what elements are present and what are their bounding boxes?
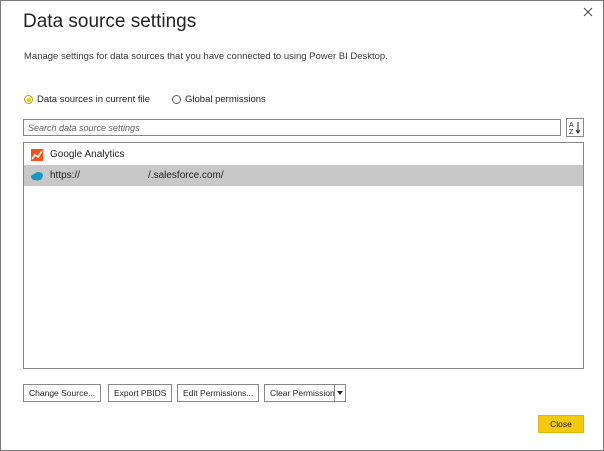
radio-unselected-icon[interactable] <box>172 95 181 104</box>
salesforce-cloud-icon <box>31 171 43 180</box>
export-pbids-button[interactable]: Export PBIDS <box>108 384 173 402</box>
clear-permissions-button[interactable]: Clear Permissions <box>264 384 345 402</box>
radio-global-permissions-label: Global permissions <box>185 94 266 105</box>
clear-permissions-dropdown[interactable] <box>334 384 346 402</box>
search-input[interactable] <box>23 119 561 136</box>
data-source-list[interactable]: Google Analytics https:// /.salesforce.c… <box>23 142 584 369</box>
change-source-button[interactable]: Change Source... <box>23 384 102 402</box>
radio-global-permissions[interactable]: Global permissions <box>172 94 266 105</box>
dialog-title: Data source settings <box>23 11 197 32</box>
close-button[interactable]: Close <box>538 415 584 433</box>
data-source-settings-dialog: Data source settings Manage settings for… <box>0 0 604 451</box>
url-prefix: https:// <box>50 170 81 181</box>
sort-button[interactable]: A Z <box>566 118 584 137</box>
scope-radio-group: Data sources in current file Global perm… <box>24 94 266 105</box>
redacted-region <box>80 170 148 182</box>
radio-selected-icon[interactable] <box>24 95 33 104</box>
google-analytics-icon <box>31 148 43 161</box>
sort-az-icon: A Z <box>569 122 581 135</box>
svg-text:A: A <box>569 122 574 129</box>
dialog-subtitle: Manage settings for data sources that yo… <box>24 51 388 62</box>
svg-text:Z: Z <box>569 129 574 135</box>
radio-current-file[interactable]: Data sources in current file <box>24 94 150 105</box>
list-item-label: Google Analytics <box>50 149 125 160</box>
edit-permissions-button[interactable]: Edit Permissions... <box>177 384 260 402</box>
close-icon[interactable] <box>581 5 595 19</box>
list-item-salesforce[interactable]: https:// /.salesforce.com/ <box>24 165 583 186</box>
list-item-google-analytics[interactable]: Google Analytics <box>24 144 583 165</box>
url-suffix: /.salesforce.com/ <box>148 170 224 181</box>
radio-current-file-label: Data sources in current file <box>37 94 150 105</box>
chevron-down-icon <box>337 391 343 395</box>
